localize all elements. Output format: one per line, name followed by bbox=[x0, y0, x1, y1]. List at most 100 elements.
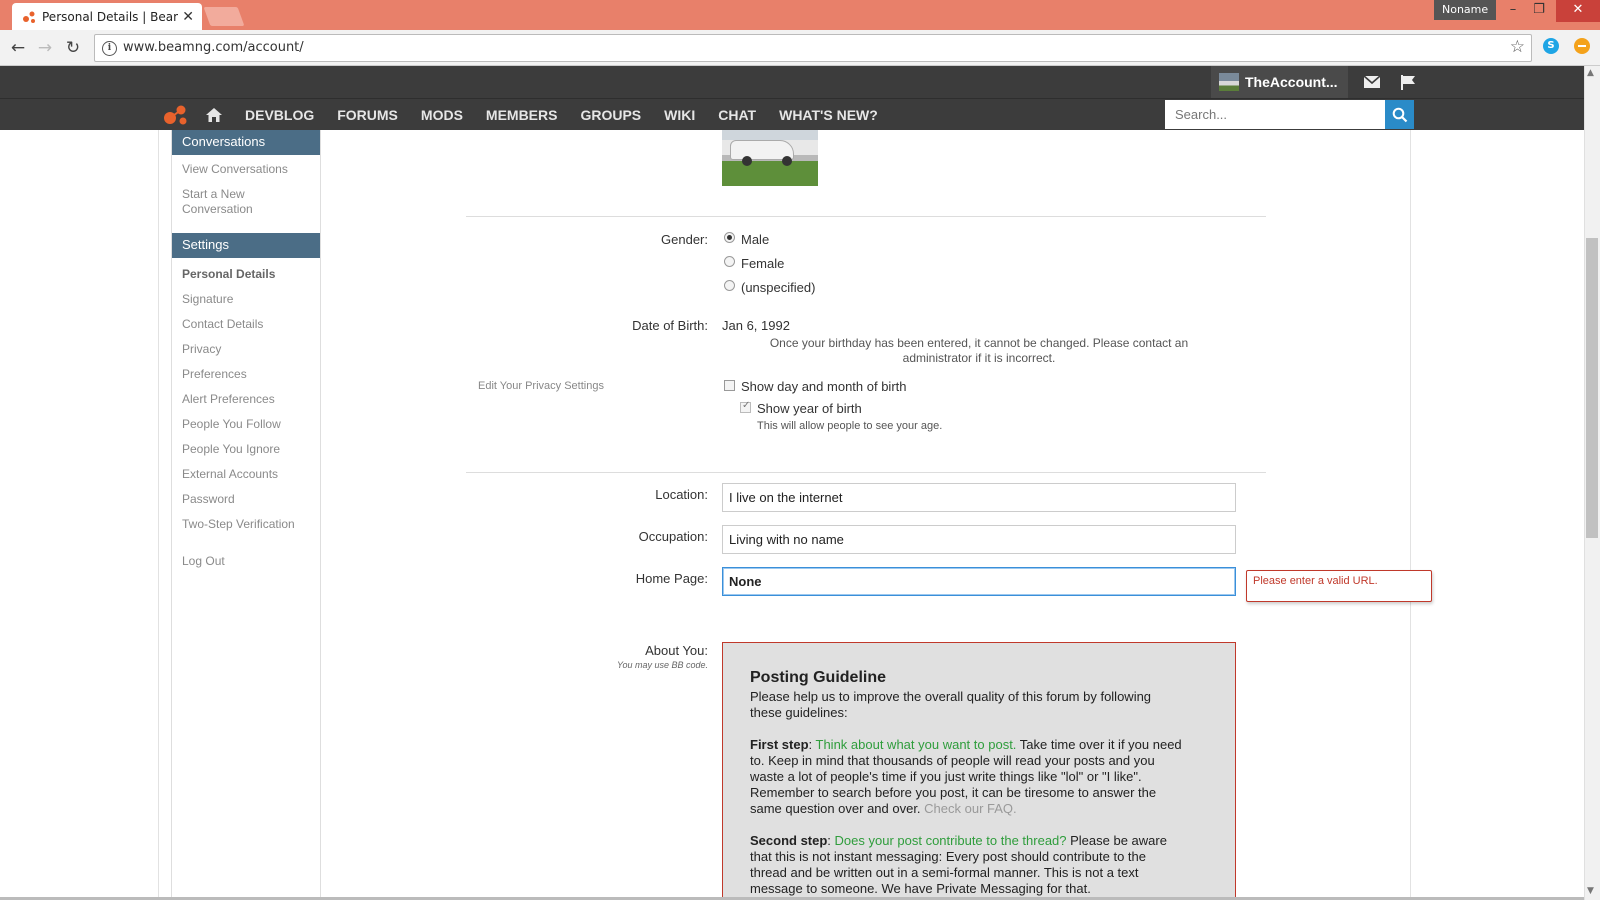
first-step-label: First step bbox=[750, 737, 809, 752]
sidebar-item-password[interactable]: Password bbox=[172, 492, 320, 507]
first-step-line1: Take time over it if you need bbox=[1016, 737, 1182, 752]
nav-item-wiki[interactable]: WIKI bbox=[664, 107, 695, 123]
divider bbox=[466, 216, 1266, 217]
nav-item-chat[interactable]: CHAT bbox=[718, 107, 756, 123]
occupation-label: Occupation: bbox=[638, 529, 708, 544]
nav-item-groups[interactable]: GROUPS bbox=[580, 107, 641, 123]
homepage-input[interactable] bbox=[722, 567, 1236, 596]
about-editor[interactable]: Posting Guideline Please help us to impr… bbox=[722, 642, 1236, 900]
guideline-intro-line2: these guidelines: bbox=[750, 705, 848, 720]
gender-option-male: Male bbox=[741, 232, 770, 247]
gender-radio-unspecified[interactable] bbox=[724, 280, 735, 291]
occupation-input[interactable] bbox=[722, 525, 1236, 554]
second-step-line2: that this is not instant messaging: Ever… bbox=[750, 849, 1146, 864]
restore-button[interactable]: ❐ bbox=[1526, 0, 1552, 22]
dob-note-line1: Once your birthday has been entered, it … bbox=[769, 336, 1189, 350]
forward-arrow-icon[interactable]: → bbox=[35, 38, 55, 58]
second-step-line3: thread and be written out in a semi-form… bbox=[750, 865, 1139, 880]
back-arrow-icon[interactable]: ← bbox=[8, 38, 28, 58]
scrollbar-thumb[interactable] bbox=[1586, 238, 1598, 538]
search-button[interactable] bbox=[1385, 100, 1414, 129]
profile-badge[interactable]: Noname bbox=[1434, 0, 1497, 20]
home-icon[interactable] bbox=[205, 106, 223, 124]
info-icon[interactable]: i bbox=[102, 41, 117, 56]
reload-icon[interactable]: ↻ bbox=[63, 38, 83, 58]
extension-icon[interactable] bbox=[1574, 38, 1590, 54]
window-close-button[interactable]: ✕ bbox=[1556, 0, 1600, 22]
sidebar-item-privacy[interactable]: Privacy bbox=[172, 342, 320, 357]
beamng-favicon-icon bbox=[22, 10, 36, 24]
about-bbcode-note: You may use BB code. bbox=[616, 660, 708, 670]
user-bar: TheAccount... bbox=[0, 66, 1584, 98]
sidebar-item-people-you-follow[interactable]: People You Follow bbox=[172, 417, 320, 432]
second-step-label: Second step bbox=[750, 833, 828, 848]
first-step-line4: Remember to search before you post, it c… bbox=[750, 785, 1157, 800]
first-step-line3: waste a lot of people's time if you just… bbox=[750, 769, 1142, 784]
sidebar-item-personal-details[interactable]: Personal Details bbox=[172, 267, 320, 282]
new-tab-button[interactable] bbox=[203, 7, 245, 26]
flag-icon[interactable] bbox=[1399, 74, 1417, 90]
show-day-month-checkbox[interactable] bbox=[724, 380, 735, 391]
sidebar-item-two-step-verification[interactable]: Two-Step Verification bbox=[172, 517, 320, 532]
search-icon bbox=[1392, 107, 1407, 122]
first-step-line2: to. Keep in mind that thousands of peopl… bbox=[750, 753, 1155, 768]
skype-extension-icon[interactable]: S bbox=[1543, 38, 1559, 54]
nav-menu: DEVBLOG FORUMS MODS MEMBERS GROUPS WIKI CHAT WH… bbox=[245, 99, 901, 131]
sidebar-item-contact-details[interactable]: Contact Details bbox=[172, 317, 320, 332]
dob-label: Date of Birth: bbox=[632, 318, 708, 333]
second-step-highlight: Does your post contribute to the thread? bbox=[834, 833, 1067, 848]
divider bbox=[466, 472, 1266, 473]
sidebar-item-people-you-ignore[interactable]: People You Ignore bbox=[172, 442, 320, 457]
privacy-settings-link[interactable]: Edit Your Privacy Settings bbox=[478, 380, 604, 392]
second-step-sep: : bbox=[827, 833, 835, 848]
avatar bbox=[1219, 73, 1239, 91]
sidebar-heading-conversations: Conversations bbox=[172, 130, 320, 155]
show-year-checkbox[interactable] bbox=[740, 400, 751, 413]
show-day-month-label: Show day and month of birth bbox=[741, 379, 907, 394]
sidebar-item-view-conversations[interactable]: View Conversations bbox=[172, 162, 320, 177]
account-menu[interactable]: TheAccount... bbox=[1211, 66, 1348, 98]
about-label: About You: bbox=[645, 643, 708, 658]
sidebar-item-alert-preferences[interactable]: Alert Preferences bbox=[172, 392, 320, 407]
sidebar-heading-settings: Settings bbox=[172, 233, 320, 258]
avatar-image bbox=[722, 130, 818, 186]
address-bar[interactable]: i www.beamng.com/account/ ☆ bbox=[94, 34, 1532, 62]
sidebar-item-signature[interactable]: Signature bbox=[172, 292, 320, 307]
gender-label: Gender: bbox=[661, 232, 708, 247]
bookmark-star-icon[interactable]: ☆ bbox=[1510, 37, 1525, 57]
guideline-intro-line1: Please help us to improve the overall qu… bbox=[750, 689, 1152, 704]
sidebar-item-start-conversation-line2[interactable]: Conversation bbox=[172, 202, 320, 217]
guideline-first-step: First step: Think about what you want to… bbox=[750, 737, 1207, 817]
nav-item-members[interactable]: MEMBERS bbox=[486, 107, 558, 123]
minimize-button[interactable]: – bbox=[1500, 0, 1526, 22]
faq-link[interactable]: Check our FAQ. bbox=[924, 801, 1016, 816]
location-input[interactable] bbox=[722, 483, 1236, 512]
second-step-line1: Please be aware bbox=[1066, 833, 1167, 848]
first-step-highlight: Think about what you want to post. bbox=[815, 737, 1017, 752]
gender-option-unspecified: (unspecified) bbox=[741, 280, 816, 295]
search-input[interactable] bbox=[1165, 100, 1385, 129]
first-step-sep: : bbox=[808, 737, 816, 752]
nav-item-what-s-new[interactable]: WHAT'S NEW? bbox=[779, 107, 878, 123]
tab-close-icon[interactable]: ✕ bbox=[182, 9, 194, 25]
scroll-up-arrow-icon[interactable]: ▲ bbox=[1587, 68, 1594, 78]
sidebar-item-log-out[interactable]: Log Out bbox=[172, 554, 320, 569]
sidebar-item-start-conversation[interactable]: Start a New bbox=[172, 187, 320, 202]
nav-item-devblog[interactable]: DEVBLOG bbox=[245, 107, 314, 123]
browser-tab[interactable]: Personal Details | BeamNG ✕ bbox=[12, 3, 202, 30]
nav-item-mods[interactable]: MODS bbox=[421, 107, 463, 123]
sidebar-item-external-accounts[interactable]: External Accounts bbox=[172, 467, 320, 482]
beamng-logo-icon[interactable] bbox=[163, 104, 189, 126]
account-name: TheAccount... bbox=[1245, 74, 1338, 90]
scroll-down-arrow-icon[interactable]: ▼ bbox=[1587, 886, 1594, 896]
nav-item-forums[interactable]: FORUMS bbox=[337, 107, 398, 123]
sidebar-item-preferences[interactable]: Preferences bbox=[172, 367, 320, 382]
envelope-icon[interactable] bbox=[1363, 74, 1381, 90]
second-step-line4: message to someone. We have Private Mess… bbox=[750, 881, 1091, 896]
gender-radio-female[interactable] bbox=[724, 256, 735, 267]
guideline-title: Posting Guideline bbox=[750, 669, 887, 686]
main-navbar: DEVBLOG FORUMS MODS MEMBERS GROUPS WIKI CHAT WH… bbox=[0, 98, 1584, 130]
homepage-label: Home Page: bbox=[635, 571, 708, 586]
dob-note-line2: administrator if it is incorrect. bbox=[902, 351, 1056, 365]
gender-radio-male[interactable] bbox=[724, 232, 735, 243]
